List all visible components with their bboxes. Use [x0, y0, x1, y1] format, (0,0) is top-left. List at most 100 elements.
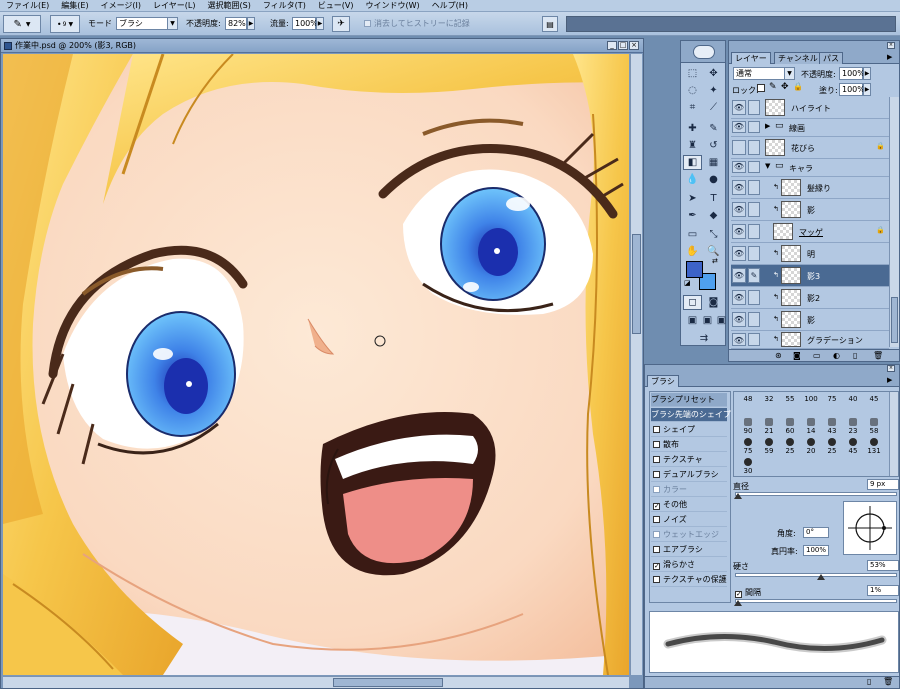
- chevron-down-icon[interactable]: ▼: [765, 162, 770, 170]
- eye-icon[interactable]: 👁: [732, 100, 746, 115]
- link-cell[interactable]: [748, 140, 760, 155]
- lasso-tool-icon[interactable]: ◌: [683, 83, 702, 98]
- brush-tip-cell[interactable]: 48: [737, 395, 759, 415]
- brush-tip-cell[interactable]: 55: [779, 395, 801, 415]
- brush-tip-cell[interactable]: 32: [758, 395, 780, 415]
- eye-icon[interactable]: 👁: [732, 180, 746, 195]
- link-cell[interactable]: [748, 312, 760, 327]
- airbrush-toggle[interactable]: ✈: [332, 16, 350, 32]
- chevron-right-icon[interactable]: ▶: [765, 122, 770, 130]
- layer-group-character[interactable]: 👁 ▼ ▭ キャラ: [731, 159, 889, 177]
- noise-item[interactable]: ノイズ: [651, 513, 727, 527]
- tab-layers[interactable]: レイヤー: [731, 52, 771, 64]
- layer-mask-icon[interactable]: ◙: [793, 351, 801, 360]
- link-cell[interactable]: [748, 121, 760, 133]
- smoothing-checkbox[interactable]: ✓: [653, 563, 660, 570]
- flow-input[interactable]: 100%: [292, 17, 318, 30]
- spacing-checkbox[interactable]: ✓: [735, 591, 742, 598]
- brush-picker[interactable]: • 9 ▼: [50, 15, 80, 33]
- airbrush-checkbox[interactable]: [653, 546, 660, 553]
- crop-tool-icon[interactable]: ⌗: [683, 100, 702, 115]
- dodge-tool-icon[interactable]: ●: [704, 172, 723, 187]
- texture-item[interactable]: テクスチャ: [651, 453, 727, 467]
- shape-dynamics-checkbox[interactable]: [653, 426, 660, 433]
- dual-brush-item[interactable]: デュアルブラシ: [651, 468, 727, 482]
- link-cell[interactable]: [748, 290, 760, 305]
- menu-help[interactable]: ヘルプ(H): [426, 0, 474, 11]
- canvas-vertical-scroll-thumb[interactable]: [632, 234, 641, 334]
- layer-row-hair-edge[interactable]: 👁 ↰ 髪縁り: [731, 177, 889, 199]
- layer-row-shadow[interactable]: 👁 ↰ 影: [731, 199, 889, 221]
- opacity-input[interactable]: 82%: [225, 17, 247, 30]
- diameter-slider[interactable]: [735, 492, 897, 496]
- path-select-tool-icon[interactable]: ➤: [683, 191, 702, 206]
- clone-stamp-tool-icon[interactable]: ♜: [683, 138, 702, 153]
- link-cell[interactable]: [748, 202, 760, 217]
- wet-edges-item[interactable]: ウェットエッジ: [651, 528, 727, 542]
- scattering-checkbox[interactable]: [653, 441, 660, 448]
- marquee-tool-icon[interactable]: ⬚: [683, 66, 702, 81]
- brush-tip-cell[interactable]: 20: [800, 435, 822, 455]
- brush-tip-cell[interactable]: 60: [779, 415, 801, 435]
- foreground-color-swatch[interactable]: [686, 261, 703, 278]
- layer-opacity-slider-toggle[interactable]: ▶: [863, 67, 871, 80]
- file-browser-button[interactable]: ▤: [542, 16, 558, 32]
- smoothing-item[interactable]: ✓ 滑らかさ: [651, 558, 727, 572]
- canvas-vertical-scrollbar[interactable]: [630, 54, 642, 675]
- erase-history-option[interactable]: 消去してヒストリーに記録: [362, 18, 470, 29]
- layer-row-shadow2[interactable]: 👁 ↰ 影2: [731, 287, 889, 309]
- link-cell[interactable]: [748, 100, 760, 115]
- brush-tip-cell[interactable]: 75: [737, 435, 759, 455]
- close-icon[interactable]: ×: [887, 42, 895, 49]
- eye-icon[interactable]: 👁: [732, 333, 746, 346]
- eye-icon[interactable]: 👁: [732, 268, 746, 283]
- color-dynamics-checkbox[interactable]: [653, 486, 660, 493]
- menu-view[interactable]: ビュー(V): [312, 0, 360, 11]
- diameter-input[interactable]: 9 px: [867, 479, 899, 490]
- lock-pixels-icon[interactable]: ✎: [769, 82, 777, 92]
- shape-dynamics-item[interactable]: シェイプ: [651, 423, 727, 437]
- tools-palette-header[interactable]: [681, 41, 725, 63]
- mode-select[interactable]: ブラシ ▼: [116, 17, 178, 30]
- link-cell[interactable]: [748, 180, 760, 195]
- layer-style-icon[interactable]: ⊛: [775, 351, 782, 360]
- brush-tip-cell[interactable]: 25: [821, 435, 843, 455]
- other-dynamics-item[interactable]: ✓ その他: [651, 498, 727, 512]
- brush-tip-cell[interactable]: 75: [821, 395, 843, 415]
- close-icon[interactable]: ×: [887, 365, 895, 372]
- lock-all-icon[interactable]: 🔒: [793, 82, 803, 91]
- menu-filter[interactable]: フィルタ(T): [257, 0, 312, 11]
- hardness-slider-knob[interactable]: [816, 574, 825, 580]
- jump-to-imageready-icon[interactable]: ⇉: [693, 331, 715, 346]
- quick-mask-mode-icon[interactable]: ◙: [704, 295, 723, 310]
- trash-icon[interactable]: 🗑: [883, 677, 893, 686]
- close-button[interactable]: ×: [629, 41, 639, 50]
- menu-image[interactable]: イメージ(I): [95, 0, 147, 11]
- brush-tip-cell[interactable]: 45: [863, 395, 885, 415]
- lock-position-icon[interactable]: ✥: [781, 82, 789, 92]
- fill-input[interactable]: 100%: [839, 83, 865, 96]
- palette-menu-icon[interactable]: ▶: [887, 376, 892, 384]
- fill-slider-toggle[interactable]: ▶: [863, 83, 871, 96]
- adjustment-layer-icon[interactable]: ◐: [833, 351, 840, 360]
- tab-channels[interactable]: チャンネル: [774, 52, 822, 64]
- erase-history-checkbox[interactable]: [364, 20, 371, 27]
- protect-texture-item[interactable]: テクスチャの保護: [651, 573, 727, 587]
- layers-scrollbar[interactable]: [889, 97, 899, 347]
- roundness-input[interactable]: 100%: [803, 545, 829, 556]
- menu-edit[interactable]: 編集(E): [55, 0, 94, 11]
- opacity-slider-toggle[interactable]: ▶: [247, 17, 255, 30]
- hand-tool-icon[interactable]: ✋: [683, 244, 702, 259]
- layers-scroll-thumb[interactable]: [891, 297, 898, 343]
- spacing-slider-knob[interactable]: [734, 600, 742, 606]
- brush-tool-icon[interactable]: ✎: [704, 121, 723, 136]
- pen-tool-icon[interactable]: ✒: [683, 208, 702, 223]
- menu-select[interactable]: 選択範囲(S): [202, 0, 257, 11]
- canvas-horizontal-scroll-thumb[interactable]: [333, 678, 443, 687]
- hardness-input[interactable]: 53%: [867, 560, 899, 571]
- eye-icon[interactable]: [732, 140, 746, 155]
- gradient-tool-icon[interactable]: ▦: [704, 155, 723, 170]
- brushes-palette-grip[interactable]: ×: [645, 365, 899, 373]
- spacing-option[interactable]: ✓ 間隔: [733, 587, 761, 598]
- lock-transparency-checkbox[interactable]: [757, 84, 765, 92]
